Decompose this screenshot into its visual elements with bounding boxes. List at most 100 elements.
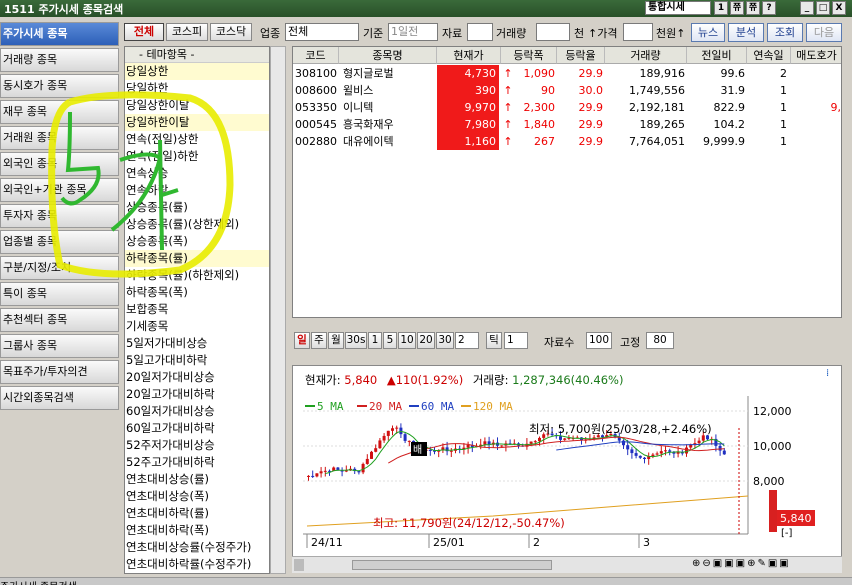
- tick-button[interactable]: 틱: [486, 332, 502, 349]
- theme-item[interactable]: 연초대비하락(폭): [125, 522, 269, 539]
- table-cell[interactable]: 90: [515, 82, 555, 99]
- chart-settings-icon[interactable]: ⁞: [826, 368, 838, 379]
- table-cell[interactable]: 7,980: [437, 116, 499, 133]
- table-cell[interactable]: ↑: [501, 82, 515, 99]
- theme-item[interactable]: 연속(전일)상한: [125, 131, 269, 148]
- tick-input[interactable]: 1: [504, 332, 528, 349]
- link-button[interactable]: 쮸: [730, 1, 744, 15]
- col-ask[interactable]: 매도호가: [791, 47, 841, 64]
- menu-item-special[interactable]: 특이 종목: [0, 282, 119, 306]
- theme-item[interactable]: 연초대비상승(폭): [125, 488, 269, 505]
- pin-button[interactable]: 1: [714, 1, 728, 15]
- menu-item-sector[interactable]: 업종별 종목: [0, 230, 119, 254]
- table-cell[interactable]: 29.9: [557, 133, 604, 150]
- menu-item-group[interactable]: 그룹사 종목: [0, 334, 119, 358]
- theme-item[interactable]: 연초대비하락률(수정주가): [125, 556, 269, 573]
- table-cell[interactable]: [791, 116, 841, 133]
- table-cell[interactable]: 008600: [295, 82, 337, 99]
- table-cell[interactable]: 1: [747, 99, 787, 116]
- data-input[interactable]: [467, 23, 493, 41]
- news-button[interactable]: 뉴스: [691, 23, 725, 42]
- table-cell[interactable]: 9,999.9: [687, 133, 745, 150]
- table-cell[interactable]: 형지글로벌: [343, 65, 437, 82]
- link-button-2[interactable]: 쮸: [746, 1, 760, 15]
- period-5[interactable]: 5: [383, 332, 397, 349]
- menu-item-broker[interactable]: 거래원 종목: [0, 126, 119, 150]
- price-input[interactable]: [623, 23, 653, 41]
- table-cell[interactable]: 29.9: [557, 65, 604, 82]
- table-cell[interactable]: ↑: [501, 99, 515, 116]
- theme-item[interactable]: 연초대비하락(률): [125, 505, 269, 522]
- theme-item[interactable]: 하락종목(폭): [125, 284, 269, 301]
- menu-item-volume[interactable]: 거래량 종목: [0, 48, 119, 72]
- table-cell[interactable]: 002880: [295, 133, 337, 150]
- period-30[interactable]: 30: [436, 332, 454, 349]
- theme-item[interactable]: 연속하락: [125, 182, 269, 199]
- col-prev-ratio[interactable]: 전일비: [687, 47, 747, 64]
- table-cell[interactable]: 7,764,051: [605, 133, 685, 150]
- theme-item[interactable]: 상승종목(률): [125, 199, 269, 216]
- table-cell[interactable]: 2,192,181: [605, 99, 685, 116]
- theme-item[interactable]: 당일상한: [125, 63, 269, 80]
- table-cell[interactable]: 대유에이텍: [343, 133, 437, 150]
- table-cell[interactable]: 29.9: [557, 99, 604, 116]
- menu-item-finance[interactable]: 재무 종목: [0, 100, 119, 124]
- col-volume[interactable]: 거래량: [605, 47, 687, 64]
- theme-item[interactable]: 당일상한이탈: [125, 97, 269, 114]
- chart-tool-icons[interactable]: ⊕⊖▣▣▣⊕✎▣▣: [692, 558, 840, 572]
- theme-item[interactable]: 하락종목(률)(하한제외): [125, 267, 269, 284]
- table-cell[interactable]: 000545: [295, 116, 337, 133]
- table-cell[interactable]: ↑: [501, 116, 515, 133]
- table-cell[interactable]: 822.9: [687, 99, 746, 116]
- table-cell[interactable]: [791, 133, 841, 150]
- theme-item[interactable]: 기세종목: [125, 318, 269, 335]
- kosdaq-button[interactable]: 코스닥: [210, 23, 252, 41]
- theme-item[interactable]: 상승종목(률)(상한제외): [125, 216, 269, 233]
- market-combo[interactable]: 통합시세: [645, 1, 711, 15]
- col-days[interactable]: 연속일: [747, 47, 791, 64]
- theme-item[interactable]: 20일저가대비상승: [125, 369, 269, 386]
- sector-select[interactable]: 전체: [285, 23, 359, 41]
- menu-item-auction[interactable]: 동시호가 종목: [0, 74, 119, 98]
- menu-item-recommend[interactable]: 추천섹터 종목: [0, 308, 119, 332]
- minimize-button[interactable]: _: [800, 1, 814, 15]
- table-cell[interactable]: 흥국화재우: [343, 116, 437, 133]
- table-cell[interactable]: 4,730: [437, 65, 499, 82]
- search-button[interactable]: 조회: [767, 23, 803, 42]
- table-cell[interactable]: 1: [747, 133, 787, 150]
- table-cell[interactable]: 308100: [295, 65, 337, 82]
- theme-item[interactable]: 연초대비상승(률): [125, 471, 269, 488]
- table-cell[interactable]: 이니텍: [343, 99, 437, 116]
- theme-item[interactable]: 하락종목(률): [125, 250, 269, 267]
- table-cell[interactable]: 267: [515, 133, 555, 150]
- menu-item-foreign-inst[interactable]: 외국인+기관 종목: [0, 178, 119, 202]
- analysis-button[interactable]: 분석: [728, 23, 764, 42]
- table-cell[interactable]: [791, 65, 841, 82]
- table-cell[interactable]: 1: [747, 116, 787, 133]
- table-cell[interactable]: 189,265: [605, 116, 686, 133]
- col-rate[interactable]: 등락율: [557, 47, 605, 64]
- menu-item-target-price[interactable]: 목표주가/투자의견: [0, 360, 119, 384]
- theme-item[interactable]: 5일고가대비하락: [125, 352, 269, 369]
- theme-item[interactable]: 52주고가대비하락: [125, 454, 269, 471]
- table-cell[interactable]: 1: [747, 82, 787, 99]
- fixed-input[interactable]: 80: [646, 332, 674, 349]
- table-cell[interactable]: 9,: [791, 99, 842, 116]
- kospi-button[interactable]: 코스피: [166, 23, 208, 41]
- table-cell[interactable]: 390: [437, 82, 499, 99]
- menu-item-after-hours[interactable]: 시간외종목검색: [0, 386, 119, 410]
- theme-item[interactable]: 연속상승: [125, 165, 269, 182]
- theme-item[interactable]: 보합종목: [125, 301, 269, 318]
- chart-scrollbar[interactable]: [352, 560, 552, 570]
- count-input[interactable]: 100: [586, 332, 612, 349]
- theme-item[interactable]: 연속(전일)하한: [125, 148, 269, 165]
- theme-item[interactable]: 20일고가대비하락: [125, 386, 269, 403]
- table-cell[interactable]: 1,090: [515, 65, 556, 82]
- table-cell[interactable]: 9,970: [437, 99, 499, 116]
- theme-item[interactable]: 60일저가대비상승: [125, 403, 269, 420]
- col-name[interactable]: 종목명: [339, 47, 437, 64]
- market-all-button[interactable]: 전체: [124, 23, 164, 41]
- period-month[interactable]: 월: [328, 332, 344, 349]
- theme-item[interactable]: 당일하한: [125, 80, 269, 97]
- menu-item-price[interactable]: 주가시세 종목: [0, 22, 119, 46]
